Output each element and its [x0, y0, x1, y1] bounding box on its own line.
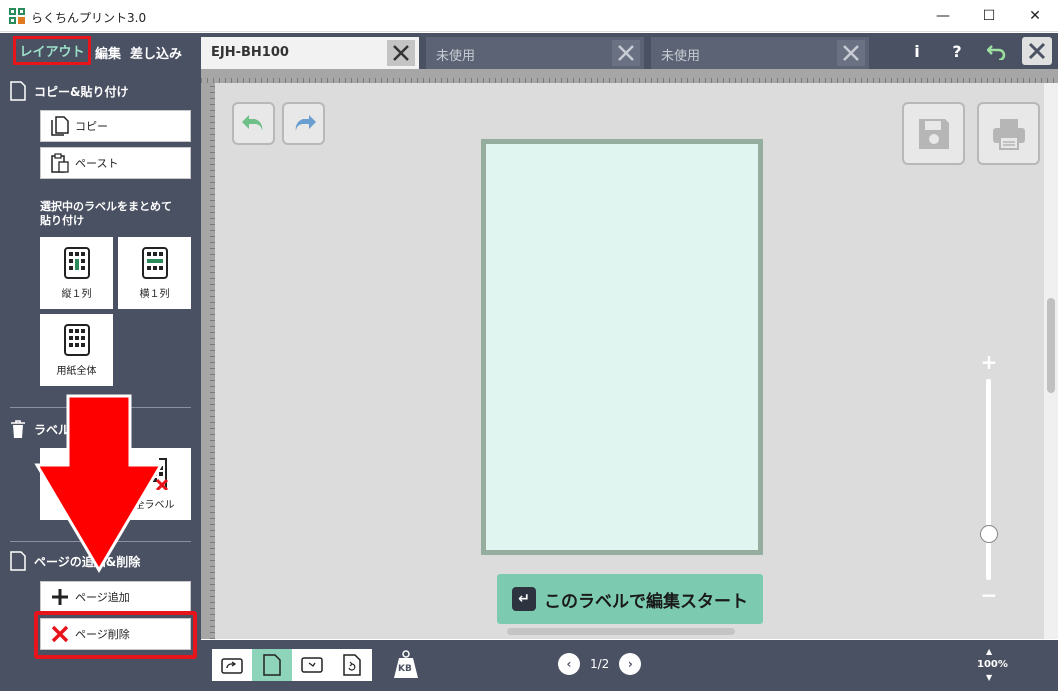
scrollbar-thumb[interactable] — [1047, 298, 1055, 393]
help-icon[interactable]: ? — [945, 39, 969, 63]
start-editing-label: このラベルで編集スタート — [544, 591, 748, 612]
bottom-bar: KB ‹ 1/2 › ▲ 100% ▼ — [201, 640, 1058, 691]
page-indicator: 1/2 — [590, 657, 610, 671]
copy-button[interactable]: コピー — [40, 110, 191, 142]
section-copy-paste: コピー&貼り付け — [10, 81, 128, 101]
weight-icon[interactable]: KB — [393, 649, 419, 679]
paste-label: ペースト — [75, 157, 119, 170]
redo-button[interactable] — [282, 102, 325, 145]
paste-horizontal-button[interactable]: 横１列 — [118, 237, 191, 309]
zoom-in-icon[interactable]: + — [980, 350, 998, 374]
window-title: らくちんプリント3.0 — [31, 11, 147, 25]
bulk-paste-heading: 選択中のラベルをまとめて 貼り付け — [40, 200, 172, 227]
paste-button[interactable]: ペースト — [40, 147, 191, 179]
title-bar: らくちんプリント3.0 — ☐ ✕ — [0, 0, 1058, 32]
next-page-button[interactable]: › — [619, 653, 642, 675]
zoom-slider[interactable] — [986, 379, 991, 580]
label-sheet-preview[interactable] — [481, 139, 763, 555]
mode-edit-tab[interactable]: 編集 — [95, 43, 121, 62]
app-icon — [9, 8, 25, 24]
top-toolbar: レイアウト 編集 差し込み EJH-BH100 未使用 未使用 i ? — [0, 33, 1058, 69]
paste-whole-sheet-button[interactable]: 用紙全体 — [40, 314, 113, 386]
zoom-arrows-icon[interactable]: ▼ — [986, 673, 992, 682]
paste-vertical-button[interactable]: 縦１列 — [40, 237, 113, 309]
close-app-icon[interactable] — [1022, 37, 1052, 65]
rotate-right-icon — [343, 654, 361, 676]
revert-icon[interactable] — [985, 39, 1009, 63]
add-page-button[interactable]: ページ追加 — [40, 581, 191, 613]
grid-icon — [63, 324, 90, 356]
mode-layout-tab[interactable]: レイアウト — [13, 36, 91, 65]
tile-label: 用紙全体 — [56, 366, 97, 377]
copy-label: コピー — [75, 120, 108, 133]
highlight-box — [34, 611, 197, 659]
landscape-icon — [301, 657, 323, 673]
ruler-vertical — [201, 83, 215, 639]
paste-icon — [51, 153, 69, 173]
vertical-scrollbar[interactable] — [1044, 83, 1058, 639]
add-page-label: ページ追加 — [75, 591, 130, 604]
doc-tab-1[interactable]: EJH-BH100 — [201, 37, 419, 69]
previous-page-button[interactable]: ‹ — [558, 653, 580, 675]
undo-button[interactable] — [232, 102, 275, 145]
plus-icon — [51, 588, 69, 606]
weight-label: KB — [398, 664, 412, 674]
tile-label: 横１列 — [139, 289, 170, 300]
tutorial-arrow-icon — [34, 394, 164, 573]
info-icon[interactable]: i — [905, 39, 929, 63]
zoom-arrows-icon[interactable]: ▲ — [986, 647, 992, 656]
save-button[interactable] — [902, 102, 965, 165]
tile-label: 縦１列 — [61, 289, 92, 300]
print-button[interactable] — [977, 102, 1040, 165]
document-icon — [10, 81, 26, 101]
close-icon[interactable] — [612, 40, 640, 66]
doc-tab-2[interactable]: 未使用 — [426, 37, 644, 69]
grid-icon — [63, 247, 90, 279]
redo-icon — [295, 114, 316, 131]
horizontal-scrollbar[interactable] — [507, 628, 735, 635]
close-icon[interactable] — [387, 40, 415, 66]
document-icon — [10, 551, 26, 571]
save-icon — [918, 118, 949, 149]
doc-tab-label: 未使用 — [436, 49, 476, 64]
minimize-button[interactable]: — — [920, 0, 966, 32]
doc-tab-label: 未使用 — [661, 49, 701, 64]
maximize-button[interactable]: ☐ — [966, 0, 1012, 32]
layout-sidebar: コピー&貼り付け コピー ペースト 選択中のラベルをまとめて 貼り付け 縦１列 … — [0, 69, 201, 691]
close-icon[interactable] — [837, 40, 865, 66]
grid-icon — [141, 247, 168, 279]
close-window-button[interactable]: ✕ — [1012, 0, 1058, 32]
ruler-horizontal — [201, 69, 1058, 83]
mode-merge-tab[interactable]: 差し込み — [130, 43, 182, 62]
start-editing-button[interactable]: ↵ このラベルで編集スタート — [497, 574, 763, 624]
section-title: コピー&貼り付け — [34, 84, 129, 99]
landscape-view-button[interactable] — [292, 649, 332, 681]
portrait-icon — [263, 654, 281, 676]
trash-icon — [11, 420, 25, 438]
rotate-left-view-button[interactable] — [212, 649, 252, 681]
page-navigation: ‹ 1/2 › — [558, 653, 642, 675]
rotate-left-icon — [221, 658, 243, 674]
rotate-right-view-button[interactable] — [332, 649, 372, 681]
orientation-group — [212, 649, 372, 681]
zoom-out-icon[interactable]: − — [980, 583, 998, 607]
doc-tab-label: EJH-BH100 — [211, 45, 289, 60]
doc-tab-3[interactable]: 未使用 — [651, 37, 869, 69]
undo-icon — [241, 114, 262, 131]
portrait-view-button[interactable] — [252, 649, 292, 681]
printer-icon — [992, 118, 1025, 150]
zoom-level: 100% — [977, 659, 1008, 670]
zoom-slider-handle[interactable] — [980, 525, 998, 543]
return-icon: ↵ — [512, 587, 536, 611]
copy-icon — [51, 116, 69, 136]
